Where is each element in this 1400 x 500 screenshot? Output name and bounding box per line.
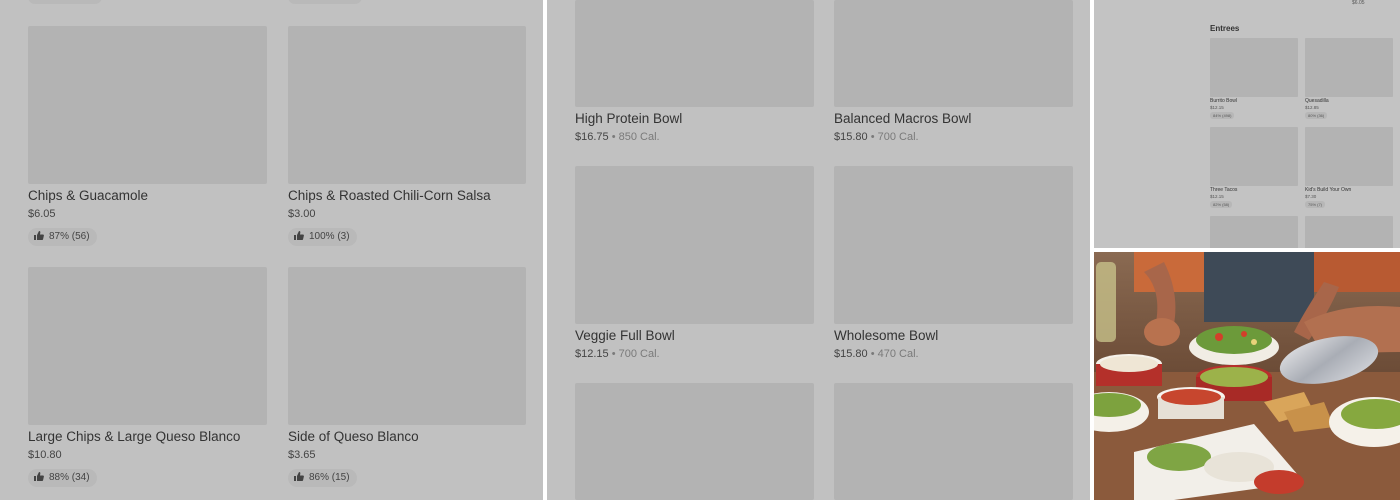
- menu-item-card[interactable]: Side of Queso Blanco $3.65 86% (15): [288, 267, 528, 492]
- item-image-placeholder: [575, 166, 814, 324]
- menu-item-card[interactable]: Veggie Full Bowl $12.15 • 700 Cal.: [575, 166, 815, 366]
- item-image-placeholder: [288, 26, 526, 184]
- item-calories: 700 Cal.: [618, 348, 660, 360]
- menu-item-card[interactable]: Large Chips & Large Queso Blanco $10.80 …: [28, 267, 268, 492]
- item-price: $10.80: [28, 449, 62, 461]
- item-price: $3.65: [288, 449, 316, 461]
- item-name[interactable]: Burrito Bowl: [1210, 98, 1237, 104]
- item-name: Veggie Full Bowl: [575, 328, 675, 343]
- item-price-calories: $15.80 • 700 Cal.: [834, 131, 919, 143]
- item-image-placeholder: [28, 267, 267, 425]
- item-image-placeholder: [28, 26, 267, 184]
- item-calories: 700 Cal.: [877, 131, 919, 143]
- entrees-menu-panel: $6.05 Entrees Burrito Bowl $12.15 84% (4…: [1094, 0, 1400, 248]
- item-price: $12.85: [1305, 105, 1319, 110]
- rating-badge: 100% (3): [288, 228, 357, 246]
- item-name: High Protein Bowl: [575, 111, 683, 126]
- menu-item-card[interactable]: [834, 383, 1074, 500]
- menu-item-card[interactable]: Balanced Macros Bowl $15.80 • 700 Cal.: [834, 0, 1074, 150]
- item-name[interactable]: Three Tacos: [1210, 187, 1237, 193]
- item-name[interactable]: Quesadilla: [1305, 98, 1329, 104]
- rating-badge: 82% (58): [1210, 201, 1233, 208]
- menu-item-card[interactable]: Wholesome Bowl $15.80 • 470 Cal.: [834, 166, 1074, 366]
- thumbs-up-icon: [294, 231, 304, 240]
- item-image-placeholder: [834, 0, 1073, 107]
- item-calories: 850 Cal.: [618, 131, 660, 143]
- item-name: Chips & Roasted Chili-Corn Salsa: [288, 188, 491, 203]
- rating-text: 87% (56): [49, 231, 90, 242]
- food-photo-illustration: [1094, 252, 1400, 500]
- rating-badge-partial: [288, 0, 362, 4]
- section-title: Entrees: [1210, 24, 1240, 33]
- item-name: Large Chips & Large Queso Blanco: [28, 429, 241, 444]
- thumbs-up-icon: [294, 472, 304, 481]
- rating-badge: 86% (15): [288, 469, 357, 487]
- item-price: $16.75: [575, 131, 609, 143]
- thumbs-up-icon: [34, 231, 44, 240]
- item-name: Balanced Macros Bowl: [834, 111, 972, 126]
- sides-menu-panel: Chips & Guacamole $6.05 87% (56) Chips &…: [0, 0, 543, 500]
- thumbs-up-icon: [34, 472, 44, 481]
- separator-dot: •: [870, 131, 875, 143]
- item-price-calories: $16.75 • 850 Cal.: [575, 131, 660, 143]
- menu-item-card[interactable]: Chips & Roasted Chili-Corn Salsa $3.00 1…: [288, 26, 528, 251]
- menu-item-card[interactable]: High Protein Bowl $16.75 • 850 Cal.: [575, 0, 815, 150]
- rating-badge: 75% (7): [1305, 201, 1326, 208]
- item-name: Wholesome Bowl: [834, 328, 939, 343]
- item-price-calories: $15.80 • 470 Cal.: [834, 348, 919, 360]
- item-image-placeholder: [1305, 38, 1393, 97]
- item-image-placeholder: [288, 267, 526, 425]
- menu-item-card[interactable]: [575, 383, 815, 500]
- item-price: $3.00: [288, 208, 316, 220]
- item-image-placeholder: [1305, 216, 1393, 248]
- item-price-calories: $12.15 • 700 Cal.: [575, 348, 660, 360]
- rating-badge: 87% (56): [28, 228, 97, 246]
- item-price: $6.05: [28, 208, 56, 220]
- item-name: Chips & Guacamole: [28, 188, 149, 203]
- item-image-placeholder: [575, 0, 814, 107]
- rating-text: 86% (15): [309, 472, 350, 483]
- rating-text: 100% (3): [309, 231, 350, 242]
- item-price: $15.80: [834, 131, 868, 143]
- item-price: $6.05: [1352, 0, 1365, 6]
- item-price: $7.30: [1305, 194, 1317, 199]
- rating-badge: 80% (36): [1305, 112, 1328, 119]
- item-price: $12.15: [1210, 105, 1224, 110]
- item-image-placeholder: [1210, 38, 1298, 97]
- item-image-placeholder: [834, 166, 1073, 324]
- item-name: Side of Queso Blanco: [288, 429, 419, 444]
- item-name[interactable]: Kid's Build Your Own: [1305, 187, 1351, 193]
- item-price: $12.15: [1210, 194, 1224, 199]
- separator-dot: •: [870, 348, 875, 360]
- rating-badge: 88% (34): [28, 469, 97, 487]
- separator-dot: •: [611, 348, 616, 360]
- item-image-placeholder: [834, 383, 1073, 500]
- item-image-placeholder: [575, 383, 814, 500]
- item-image-placeholder: [1210, 127, 1298, 186]
- item-price: $15.80: [834, 348, 868, 360]
- item-image-placeholder: [1210, 216, 1298, 248]
- food-photo: [1094, 252, 1400, 500]
- item-image-placeholder: [1305, 127, 1393, 186]
- bowls-menu-panel: High Protein Bowl $16.75 • 850 Cal. Bala…: [547, 0, 1090, 500]
- item-price: $12.15: [575, 348, 609, 360]
- rating-badge: 84% (498): [1210, 112, 1235, 119]
- menu-item-card[interactable]: Chips & Guacamole $6.05 87% (56): [28, 26, 268, 251]
- rating-badge-partial: [28, 0, 102, 4]
- separator-dot: •: [611, 131, 616, 143]
- item-calories: 470 Cal.: [877, 348, 919, 360]
- rating-text: 88% (34): [49, 472, 90, 483]
